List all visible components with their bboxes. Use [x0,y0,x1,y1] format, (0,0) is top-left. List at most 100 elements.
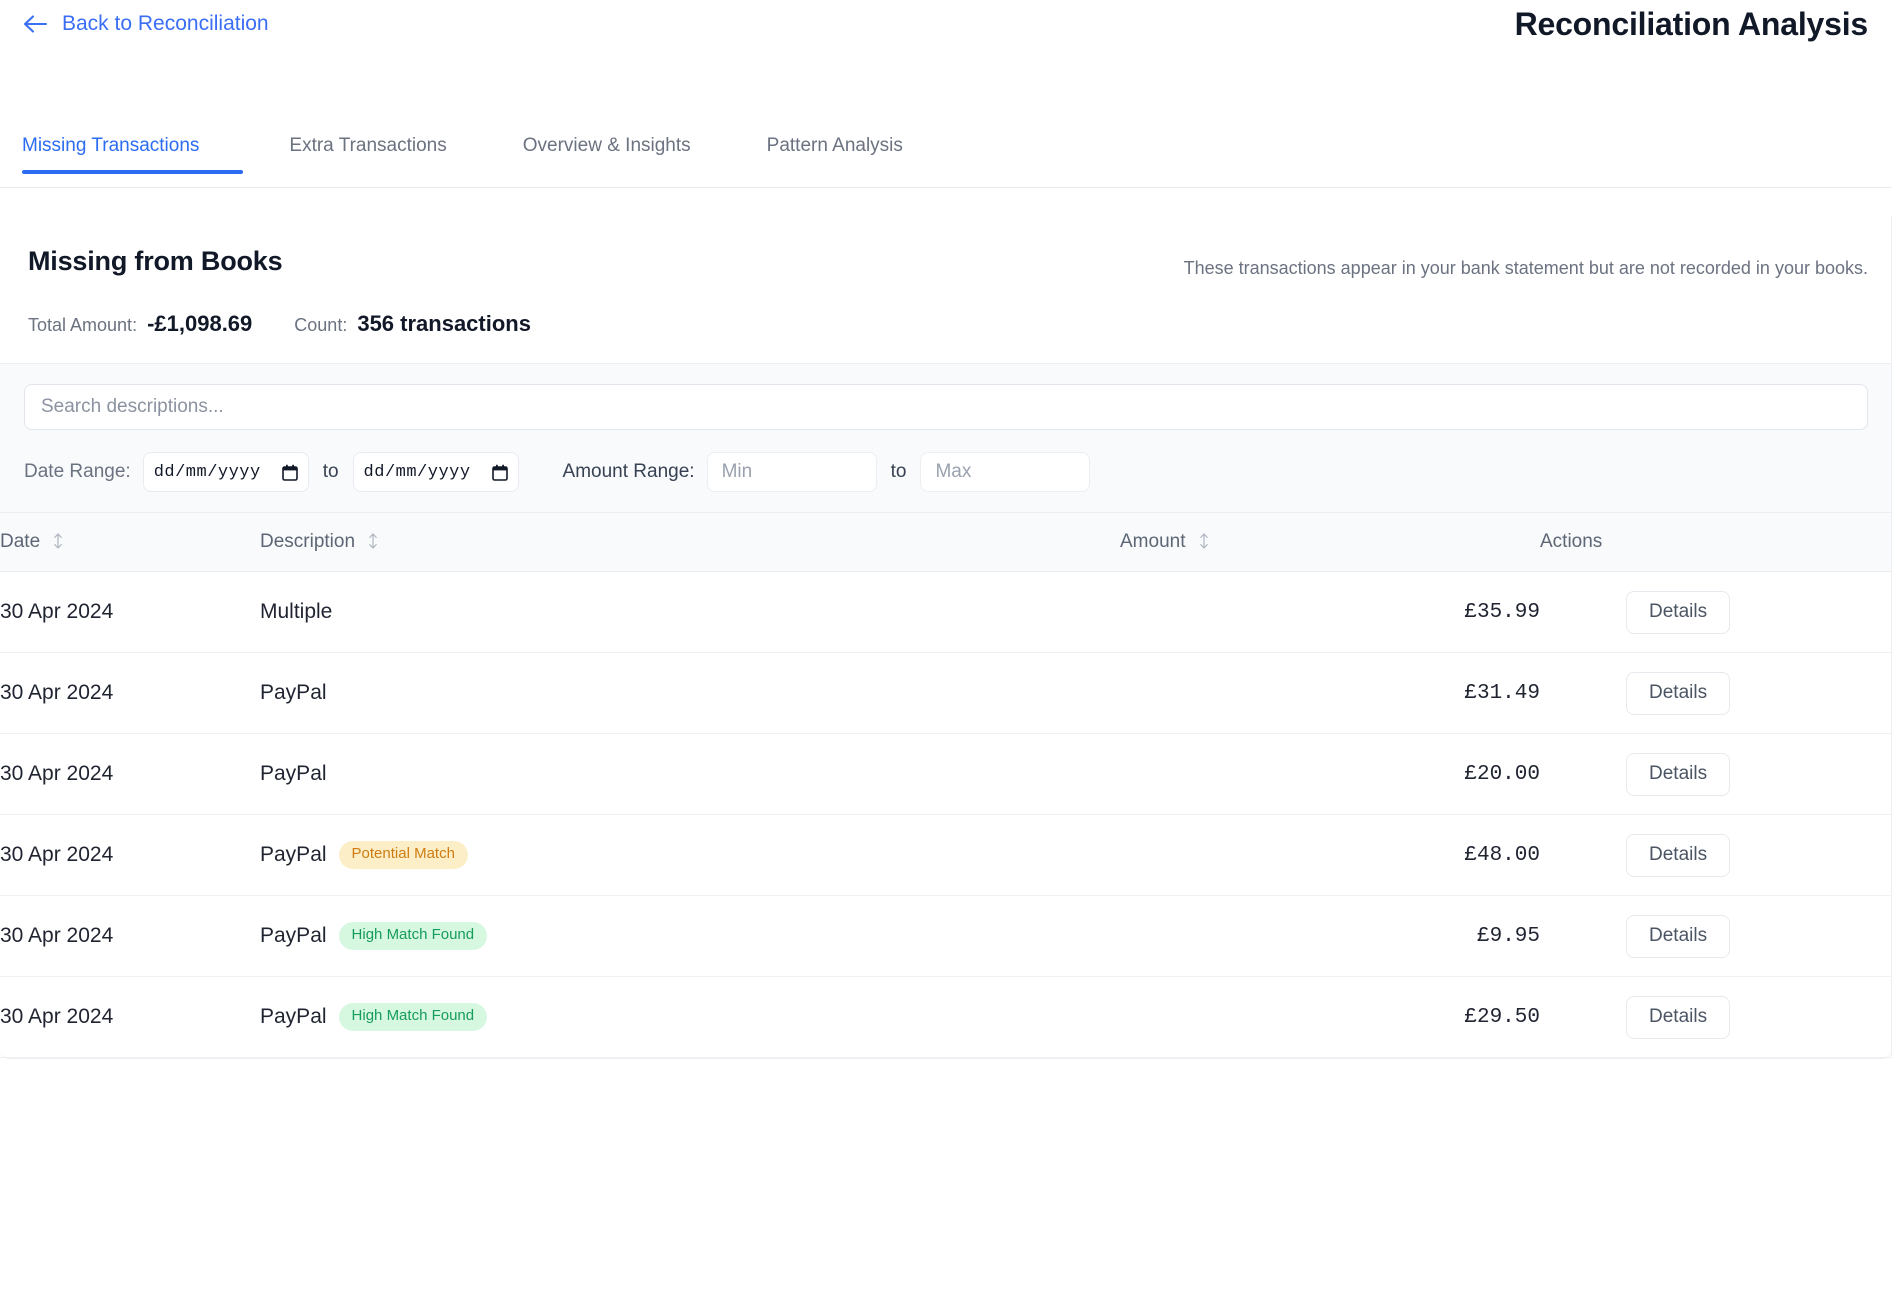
back-to-reconciliation-link[interactable]: Back to Reconciliation [22,12,269,36]
cell-amount: £9.95 [1120,895,1540,977]
description-wrapper: PayPal High Match Found [260,1003,1120,1031]
total-amount-value: -£1,098.69 [147,311,253,336]
total-amount-label: Total Amount: [28,315,138,335]
summary-row: Total Amount: -£1,098.69 Count: 356 tran… [28,311,1868,337]
cell-actions: Details [1540,652,1892,734]
card-header: Missing from Books These transactions ap… [0,216,1892,363]
column-header-label: Amount [1120,531,1186,552]
date-from-input[interactable]: dd/mm/yyyy [142,452,309,492]
cell-amount: £20.00 [1120,733,1540,815]
description-text: PayPal [260,1005,327,1028]
table-row: 30 Apr 2024 Multiple £35.99 Details [0,571,1892,653]
amount-max-input[interactable] [920,452,1091,492]
tab-overview-insights[interactable]: Overview & Insights [493,135,721,173]
cell-date: 30 Apr 2024 [0,571,260,653]
match-status-badge: High Match Found [338,1003,488,1031]
table-body: 30 Apr 2024 Multiple £35.99 Details 30 Apr 2… [0,571,1892,1058]
back-link-label: Back to Reconciliation [62,12,269,35]
tab-extra-transactions[interactable]: Extra Transactions [259,135,476,173]
cell-amount: £35.99 [1120,571,1540,653]
calendar-icon[interactable] [281,464,298,481]
description-text: PayPal [260,924,327,947]
cell-date: 30 Apr 2024 [0,652,260,734]
filter-row: Date Range: dd/mm/yyyy to dd/mm/yyyy Amo… [24,452,1868,492]
date-to-value: dd/mm/yyyy [363,462,471,482]
cell-date: 30 Apr 2024 [0,895,260,977]
cell-amount: £48.00 [1120,814,1540,896]
date-from-value: dd/mm/yyyy [153,462,261,482]
arrow-left-icon [22,13,48,35]
tab-label: Missing Transactions [22,135,200,156]
description-wrapper: Multiple [260,600,1120,624]
cell-actions: Details [1540,733,1892,815]
calendar-icon[interactable] [491,464,508,481]
description-text: PayPal [260,843,327,866]
details-button[interactable]: Details [1626,590,1731,634]
top-bar: Back to Reconciliation Reconciliation An… [0,0,1892,62]
details-button[interactable]: Details [1626,671,1731,715]
details-button[interactable]: Details [1626,914,1731,958]
count-label: Count: [294,315,348,335]
amount-range-to-label: to [890,461,907,482]
cell-amount: £29.50 [1120,976,1540,1058]
count-summary: Count: 356 transactions [294,311,531,337]
table-row: 30 Apr 2024 PayPal Potential Match £48.00 De… [0,814,1892,896]
cell-description: PayPal High Match Found [260,895,1120,977]
description-wrapper: PayPal [260,762,1120,786]
filters-panel: Date Range: dd/mm/yyyy to dd/mm/yyyy [0,363,1892,513]
description-text: Multiple [260,600,333,623]
tab-bar: Missing Transactions Extra Transactions … [0,130,1892,188]
cell-description: PayPal [260,733,1120,815]
cell-actions: Details [1540,976,1892,1058]
description-wrapper: PayPal High Match Found [260,922,1120,950]
column-header-actions: Actions [1540,513,1892,572]
transactions-table: Date Description Amount Actions 30 Apr 2… [0,513,1892,1058]
match-status-badge: Potential Match [338,841,468,869]
cell-date: 30 Apr 2024 [0,733,260,815]
details-button[interactable]: Details [1626,995,1731,1039]
tab-label: Pattern Analysis [766,135,903,156]
tab-label: Overview & Insights [522,135,691,156]
cell-description: PayPal High Match Found [260,976,1120,1058]
count-value: 356 transactions [357,311,531,336]
sort-icon[interactable] [368,533,378,549]
amount-range-label: Amount Range: [562,461,695,482]
sort-icon[interactable] [1199,533,1209,549]
cell-actions: Details [1540,814,1892,896]
total-amount-summary: Total Amount: -£1,098.69 [28,311,252,337]
cell-actions: Details [1540,895,1892,977]
section-title: Missing from Books [28,246,283,276]
column-header-date[interactable]: Date [0,513,260,572]
description-text: PayPal [260,681,327,704]
date-range-to-label: to [322,461,339,482]
table-row: 30 Apr 2024 PayPal High Match Found £29.50 D… [0,976,1892,1058]
missing-transactions-card: Missing from Books These transactions ap… [0,216,1892,1059]
match-status-badge: High Match Found [338,922,488,950]
column-header-label: Actions [1540,531,1603,552]
cell-date: 30 Apr 2024 [0,814,260,896]
cell-description: Multiple [260,571,1120,653]
amount-min-input[interactable] [706,452,877,492]
sort-icon[interactable] [53,533,63,549]
table-header: Date Description Amount Actions [0,513,1892,572]
cell-description: PayPal [260,652,1120,734]
details-button[interactable]: Details [1626,752,1731,796]
description-wrapper: PayPal Potential Match [260,841,1120,869]
tab-missing-transactions[interactable]: Missing Transactions [22,135,244,174]
tab-pattern-analysis[interactable]: Pattern Analysis [737,135,933,173]
cell-amount: £31.49 [1120,652,1540,734]
table-row: 30 Apr 2024 PayPal £20.00 Details [0,733,1892,815]
date-to-input[interactable]: dd/mm/yyyy [352,452,519,492]
column-header-description[interactable]: Description [260,513,1120,572]
search-input[interactable] [24,384,1868,430]
section-description: These transactions appear in your bank s… [1183,258,1868,278]
column-header-label: Description [260,531,356,552]
column-header-amount[interactable]: Amount [1120,513,1540,572]
details-button[interactable]: Details [1626,833,1731,877]
description-text: PayPal [260,762,327,785]
date-range-label: Date Range: [24,461,131,482]
tab-label: Extra Transactions [289,135,447,156]
cell-date: 30 Apr 2024 [0,976,260,1058]
table-header-row: Date Description Amount Actions [0,513,1892,572]
description-wrapper: PayPal [260,681,1120,705]
